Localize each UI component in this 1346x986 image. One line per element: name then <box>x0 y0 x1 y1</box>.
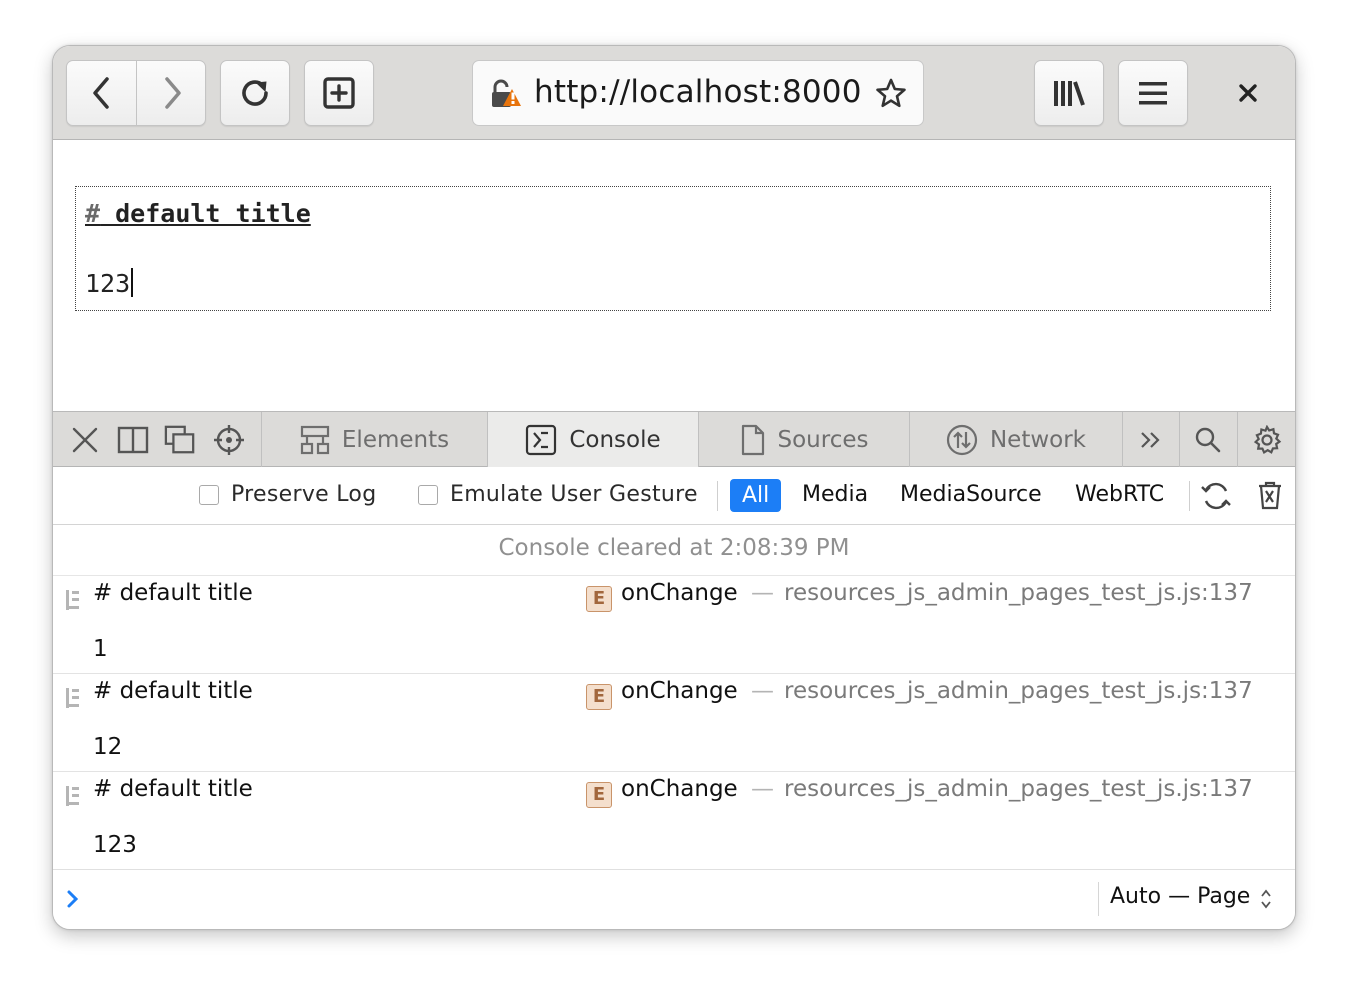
text-caret <box>131 268 134 297</box>
file-icon <box>740 424 766 456</box>
console-prompt[interactable]: Auto — Page <box>53 869 1295 929</box>
console-filter-bar: Preserve Log Emulate User Gesture All Me… <box>53 467 1295 525</box>
tab-separator <box>1122 412 1123 467</box>
url-text[interactable]: http://localhost:8000 <box>534 74 862 110</box>
filter-all[interactable]: All <box>730 479 782 512</box>
plus-square-icon <box>323 77 355 109</box>
log-source-link[interactable]: resources_js_admin_pages_test_js.js:137 <box>784 678 1253 704</box>
log-source-link[interactable]: resources_js_admin_pages_test_js.js:137 <box>784 776 1253 802</box>
gear-icon[interactable] <box>1251 424 1283 456</box>
preserve-log-label[interactable]: Preserve Log <box>231 482 376 507</box>
editor-body-text: 123 <box>85 269 131 298</box>
close-devtools-icon[interactable] <box>69 424 101 456</box>
log-function: onChange <box>621 776 738 802</box>
editor-body[interactable]: 123 <box>85 268 134 298</box>
tab-sources[interactable]: Sources <box>698 412 909 467</box>
address-bar[interactable]: http://localhost:8000 <box>472 60 924 126</box>
log-value: 123 <box>93 832 137 858</box>
star-icon[interactable] <box>875 77 907 113</box>
browser-window: http://localhost:8000 # default title 12… <box>52 45 1296 930</box>
crosshair-inspect-icon[interactable] <box>213 424 245 456</box>
log-value: 12 <box>93 734 123 760</box>
console-icon <box>525 424 557 456</box>
refresh-cycle-icon[interactable] <box>1199 479 1233 517</box>
context-separator <box>1098 882 1099 916</box>
markdown-editor[interactable]: # default title 123 <box>75 186 1271 311</box>
prompt-chevron-icon <box>66 889 80 913</box>
tab-separator <box>1179 412 1180 467</box>
console-cleared-message: Console cleared at 2:08:39 PM <box>53 526 1295 576</box>
close-icon <box>1239 84 1257 102</box>
event-badge-icon: E <box>586 684 612 710</box>
log-message: # default title <box>93 580 253 606</box>
event-badge-icon: E <box>586 586 612 612</box>
more-tabs-chevron-icon[interactable] <box>1135 424 1167 456</box>
tab-elements-label: Elements <box>341 426 450 453</box>
log-function: onChange <box>621 580 738 606</box>
insecure-lock-icon[interactable] <box>490 78 524 114</box>
network-icon <box>946 424 978 456</box>
preserve-log-checkbox[interactable] <box>199 485 219 505</box>
tab-console-label: Console <box>569 426 661 453</box>
console-entry[interactable]: # default title 1 E onChange — resources… <box>53 576 1295 674</box>
log-group-icon <box>64 686 82 714</box>
filter-separator <box>717 481 718 511</box>
emulate-gesture-label[interactable]: Emulate User Gesture <box>450 482 698 507</box>
hamburger-icon <box>1139 82 1167 105</box>
log-message: # default title <box>93 678 253 704</box>
undock-window-icon[interactable] <box>164 424 196 456</box>
console-entry[interactable]: # default title 12 E onChange — resource… <box>53 674 1295 772</box>
log-value: 1 <box>93 636 108 662</box>
heading-hash: # <box>85 199 101 228</box>
filter-webrtc[interactable]: WebRTC <box>1075 482 1164 507</box>
library-button[interactable] <box>1034 60 1104 126</box>
chevron-left-icon <box>92 77 109 109</box>
tab-elements[interactable]: Elements <box>261 412 487 467</box>
heading-text: default title <box>100 199 311 228</box>
reload-icon <box>242 80 268 106</box>
tab-separator <box>1237 412 1238 467</box>
elements-icon <box>300 425 330 455</box>
editor-heading[interactable]: # default title <box>85 199 311 228</box>
new-tab-button[interactable] <box>304 60 374 126</box>
tab-network[interactable]: Network <box>909 412 1122 467</box>
log-group-icon <box>64 588 82 616</box>
page-content: # default title 123 <box>53 140 1295 412</box>
filter-mediasource[interactable]: MediaSource <box>900 482 1042 507</box>
log-separator: — <box>751 776 774 802</box>
filter-media[interactable]: Media <box>802 482 868 507</box>
devtools-tab-bar: Elements Console Sources Network <box>53 411 1295 467</box>
browser-toolbar: http://localhost:8000 <box>53 46 1295 140</box>
chevron-right-icon <box>164 77 181 109</box>
trash-icon[interactable] <box>1256 480 1284 514</box>
tab-network-label: Network <box>989 426 1087 453</box>
execution-context-select[interactable]: Auto — Page <box>1110 884 1250 909</box>
updown-chevron-icon[interactable] <box>1260 888 1272 914</box>
tab-sources-label: Sources <box>777 426 869 453</box>
log-group-icon <box>64 784 82 812</box>
back-button[interactable] <box>67 61 137 125</box>
emulate-gesture-checkbox[interactable] <box>418 485 438 505</box>
close-window-button[interactable] <box>1231 76 1265 110</box>
forward-button[interactable] <box>137 61 205 125</box>
menu-button[interactable] <box>1118 60 1188 126</box>
search-icon[interactable] <box>1192 424 1224 456</box>
log-source-link[interactable]: resources_js_admin_pages_test_js.js:137 <box>784 580 1253 606</box>
log-separator: — <box>751 580 774 606</box>
dock-side-icon[interactable] <box>117 424 149 456</box>
console-entry[interactable]: # default title 123 E onChange — resourc… <box>53 772 1295 870</box>
history-navigation <box>66 60 206 126</box>
library-icon <box>1054 81 1085 106</box>
tab-console[interactable]: Console <box>487 412 698 467</box>
log-message: # default title <box>93 776 253 802</box>
log-separator: — <box>751 678 774 704</box>
filter-separator <box>1189 481 1190 511</box>
reload-button[interactable] <box>220 60 290 126</box>
log-function: onChange <box>621 678 738 704</box>
event-badge-icon: E <box>586 782 612 808</box>
